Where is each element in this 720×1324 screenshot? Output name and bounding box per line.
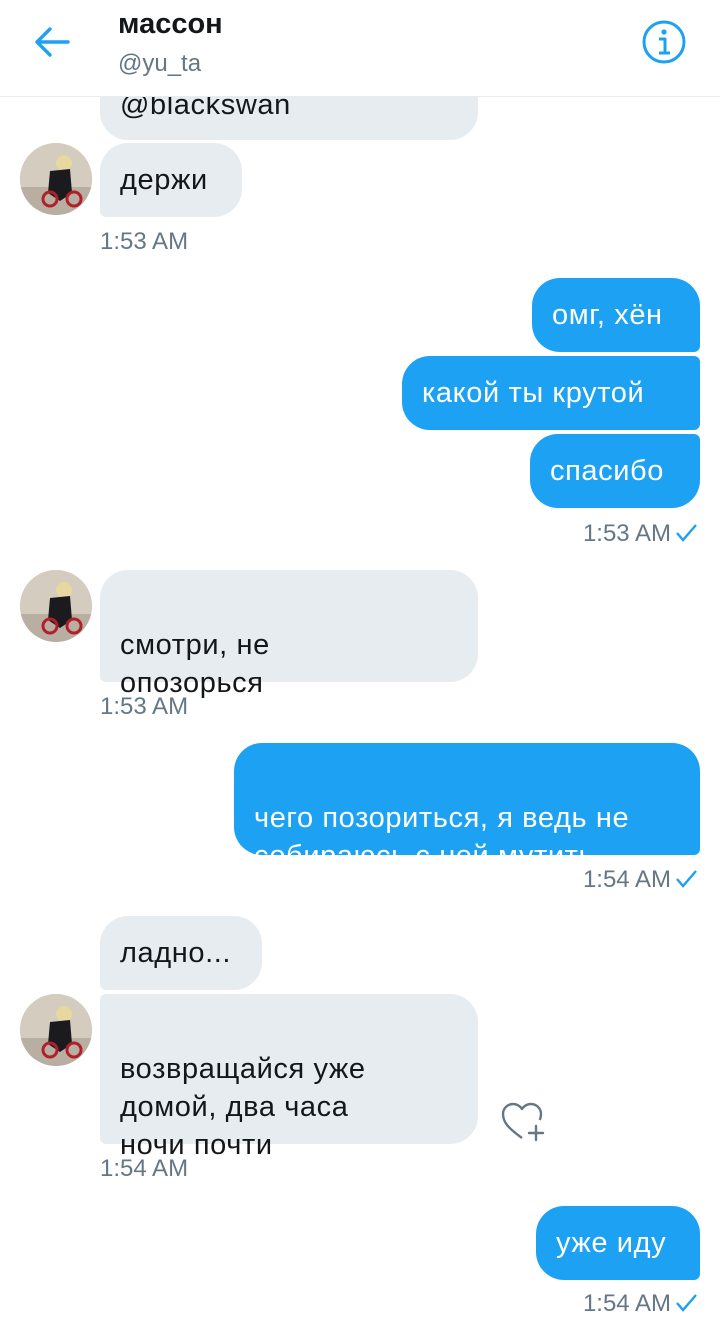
message-bubble[interactable]: какой ты крутой	[402, 356, 700, 430]
message-text: омг, хён	[552, 299, 663, 331]
message-bubble[interactable]: держи	[100, 143, 242, 217]
avatar[interactable]	[20, 994, 92, 1066]
back-arrow-icon[interactable]	[30, 20, 78, 64]
timestamp-text: 1:53 AM	[582, 520, 671, 547]
avatar-photo	[20, 570, 92, 642]
info-icon[interactable]	[640, 18, 688, 66]
message-timestamp: 1:54 AM	[583, 1290, 698, 1318]
message-text: смотри, не опозорься	[120, 629, 270, 699]
conversation-handle[interactable]: @yu_ta	[118, 50, 201, 78]
message-text: возвращайся уже домой, два часа ночи поч…	[120, 1053, 366, 1161]
message-bubble[interactable]: спасибо	[530, 434, 700, 508]
conversation-title[interactable]: массон	[118, 8, 223, 41]
message-bubble[interactable]: возвращайся уже домой, два часа ночи поч…	[100, 994, 478, 1161]
message-text: держи	[120, 164, 208, 196]
message-bubble[interactable]: уже иду	[536, 1206, 700, 1280]
like-heart-plus-icon[interactable]	[500, 1100, 548, 1144]
message-timestamp: 1:54 AM	[583, 866, 698, 894]
avatar-photo	[20, 143, 92, 215]
message-bubble[interactable]: чего позориться, я ведь не собираюсь с н…	[234, 743, 700, 872]
message-bubble[interactable]: омг, хён	[532, 278, 700, 352]
message-bubble[interactable]: смотри, не опозорься	[100, 570, 478, 699]
timestamp-text: 1:54 AM	[582, 866, 671, 893]
message-timestamp: 1:53 AM	[583, 520, 698, 548]
message-text: какой ты крутой	[422, 377, 645, 409]
read-check-icon	[676, 870, 697, 888]
avatar[interactable]	[20, 143, 92, 215]
message-timestamp: 1:53 AM	[100, 693, 189, 720]
message-bubble[interactable]: ладно...	[100, 916, 262, 990]
timestamp-text: 1:54 AM	[582, 1290, 671, 1317]
message-text: спасибо	[550, 455, 664, 487]
avatar[interactable]	[20, 570, 92, 642]
conversation-header: массон @yu_ta	[0, 0, 720, 97]
avatar-photo	[20, 994, 92, 1066]
conversation-thread[interactable]: @blackswan держи 1:53 AM омг, хён какой …	[0, 0, 720, 1324]
message-text: ладно...	[120, 937, 232, 969]
read-check-icon	[676, 524, 697, 542]
message-timestamp: 1:53 AM	[100, 228, 189, 255]
message-text: уже иду	[556, 1227, 667, 1259]
message-text: чего позориться, я ведь не собираюсь с н…	[254, 802, 630, 872]
message-timestamp: 1:54 AM	[100, 1155, 189, 1182]
read-check-icon	[676, 1294, 697, 1312]
